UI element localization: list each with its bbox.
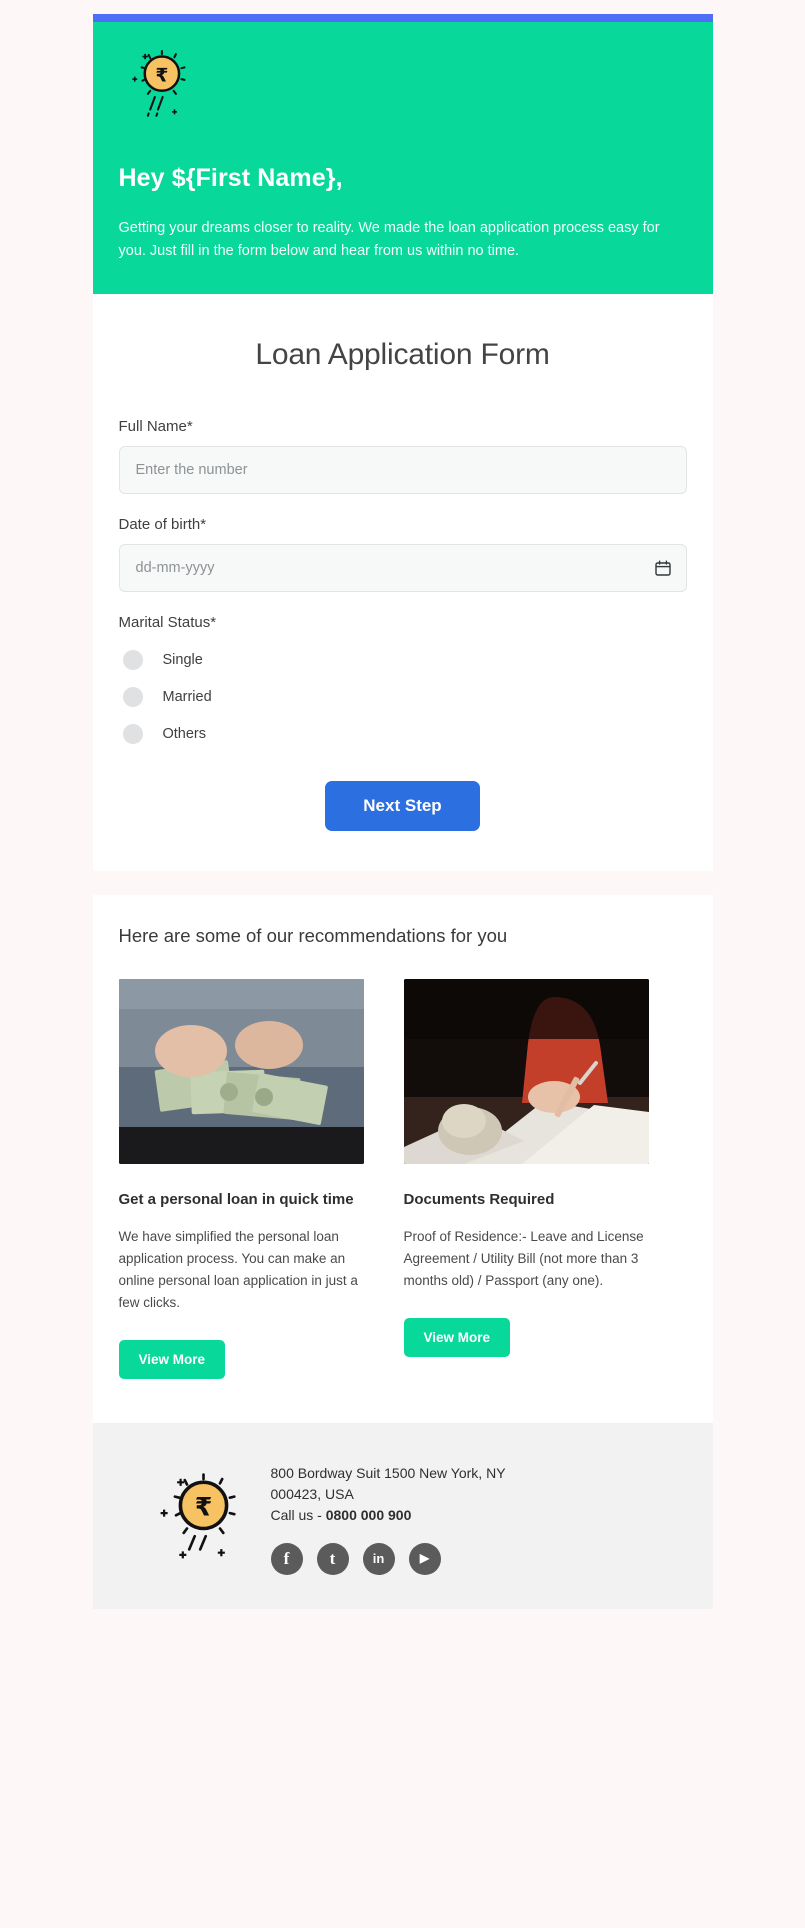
date-of-birth-input[interactable] [118,543,687,592]
full-name-label: Full Name* [118,417,193,435]
field-marital-status: Marital Status* Single Married Others [119,614,687,753]
radio-label: Married [162,689,212,706]
facebook-icon[interactable]: f [270,1542,303,1575]
recommendation-cards: Get a personal loan in quick time We hav… [118,978,687,1379]
marital-status-label: Marital Status* [118,613,217,631]
top-accent-bar [92,14,713,22]
loan-form-card: Loan Application Form Full Name* Date of… [92,293,713,871]
recommendations-heading: Here are some of our recommendations for… [118,924,508,946]
field-full-name: Full Name* [118,417,687,494]
footer-section: ₹ 800 Bordway Suit 1500 New York, NY 000… [92,1422,713,1609]
footer-contact: 800 Bordway Suit 1500 New York, NY 00042… [270,1449,531,1575]
call-prefix: Call us - [270,1506,326,1523]
svg-text:₹: ₹ [194,1492,212,1521]
form-title: Loan Application Form [255,337,550,371]
radio-option-single[interactable]: Single [119,642,687,679]
radio-option-others[interactable]: Others [119,716,687,753]
field-date-of-birth: Date of birth* [118,515,687,592]
linkedin-icon[interactable]: in [362,1542,395,1575]
email-page: ₹ Hey ${First Name}, Getting your dreams… [0,0,805,1928]
next-step-button[interactable]: Next Step [325,780,480,831]
view-more-button-2[interactable]: View More [403,1317,511,1357]
recommendation-card-2: Documents Required Proof of Residence:- … [403,978,649,1379]
rupee-coin-icon: ₹ [143,1457,253,1567]
tumblr-icon[interactable]: t [316,1542,349,1575]
footer-address: 800 Bordway Suit 1500 New York, NY 00042… [270,1464,506,1502]
submit-row: Next Step [119,780,687,831]
rupee-coin-icon: ₹ [119,44,197,122]
date-input-wrapper [118,543,687,592]
hands-holding-cash-photo [118,978,364,1164]
radio-option-married[interactable]: Married [119,679,687,716]
youtube-icon[interactable]: ▶ [408,1542,441,1575]
radio-label: Others [162,726,207,743]
radio-dot-icon[interactable] [122,724,143,745]
svg-text:₹: ₹ [155,65,168,86]
recommendation-card-title: Get a personal loan in quick time [118,1190,354,1208]
footer-phone: 0800 000 900 [325,1506,412,1523]
recommendation-card-title: Documents Required [403,1190,555,1208]
radio-label: Single [162,652,203,669]
radio-dot-icon[interactable] [122,687,143,708]
full-name-input[interactable] [118,445,687,494]
marital-status-radio-group: Single Married Others [119,642,687,753]
person-signing-documents-photo [403,978,649,1164]
hero-section: ₹ Hey ${First Name}, Getting your dreams… [92,22,713,294]
radio-dot-icon[interactable] [122,650,143,671]
recommendation-card-1: Get a personal loan in quick time We hav… [118,978,364,1379]
hero-title: Hey ${First Name}, [118,164,343,192]
social-links: f t in ▶ [270,1542,531,1575]
recommendation-card-body: We have simplified the personal loan app… [118,1229,358,1310]
date-of-birth-label: Date of birth* [118,515,207,533]
email-container: ₹ Hey ${First Name}, Getting your dreams… [92,14,713,1609]
footer-call-line: Call us - 0800 000 900 [271,1507,531,1523]
view-more-button-1[interactable]: View More [118,1339,226,1379]
hero-subtitle: Getting your dreams closer to reality. W… [118,220,660,260]
recommendations-section: Here are some of our recommendations for… [92,894,713,1423]
recommendation-card-body: Proof of Residence:- Leave and License A… [403,1229,644,1288]
